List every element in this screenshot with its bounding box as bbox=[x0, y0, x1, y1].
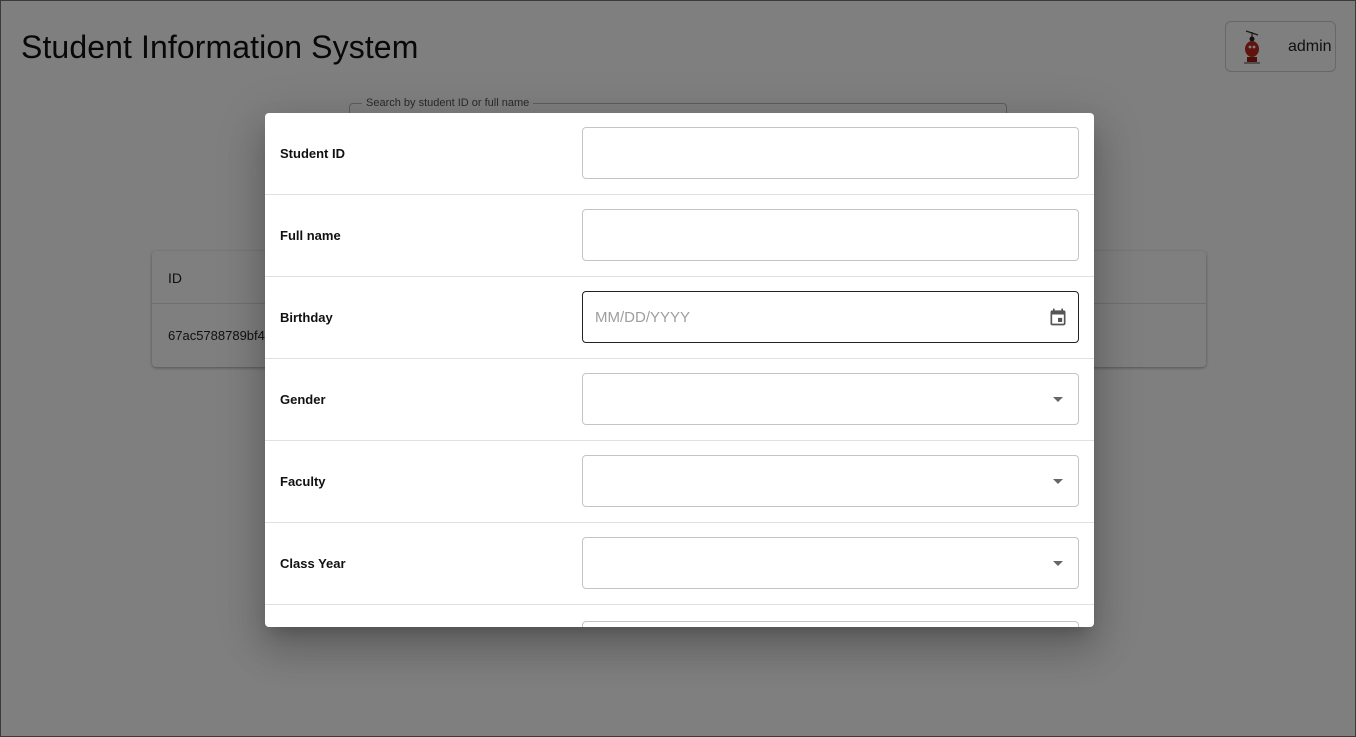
gender-select[interactable] bbox=[582, 373, 1079, 425]
class-year-select[interactable] bbox=[582, 537, 1079, 589]
form-row-class-year: Class Year bbox=[265, 523, 1094, 605]
full-name-field[interactable] bbox=[582, 209, 1079, 261]
form-row-gender: Gender bbox=[265, 359, 1094, 441]
dropdown-arrow-icon[interactable] bbox=[1048, 389, 1068, 409]
class-year-label: Class Year bbox=[280, 556, 346, 571]
birthday-input[interactable] bbox=[583, 292, 1078, 342]
gender-label: Gender bbox=[280, 392, 326, 407]
birthday-field[interactable] bbox=[582, 291, 1079, 343]
add-student-dialog: Student ID Full name Birthday MM/DD/YYYY… bbox=[265, 113, 1094, 627]
student-id-label: Student ID bbox=[280, 146, 345, 161]
calendar-icon[interactable] bbox=[1048, 307, 1068, 327]
form-row-partial bbox=[265, 605, 1094, 627]
student-id-input[interactable] bbox=[583, 128, 1078, 178]
full-name-label: Full name bbox=[280, 228, 341, 243]
dropdown-arrow-icon[interactable] bbox=[1048, 553, 1068, 573]
faculty-select[interactable] bbox=[582, 455, 1079, 507]
full-name-input[interactable] bbox=[583, 210, 1078, 260]
next-field[interactable] bbox=[582, 621, 1079, 627]
form-row-student-id: Student ID bbox=[265, 113, 1094, 195]
dropdown-arrow-icon[interactable] bbox=[1048, 471, 1068, 491]
birthday-label: Birthday bbox=[280, 310, 333, 325]
form-row-faculty: Faculty bbox=[265, 441, 1094, 523]
form-row-birthday: Birthday bbox=[265, 277, 1094, 359]
faculty-label: Faculty bbox=[280, 474, 326, 489]
student-id-field[interactable] bbox=[582, 127, 1079, 179]
form-row-full-name: Full name bbox=[265, 195, 1094, 277]
page: Student Information System admin Search … bbox=[0, 0, 1356, 737]
